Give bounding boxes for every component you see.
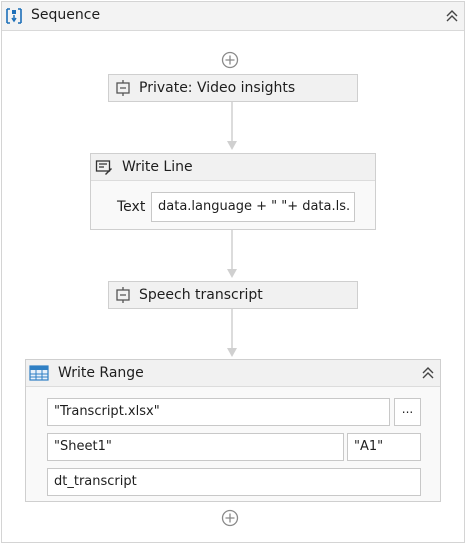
text-expression-field[interactable]: data.language + " "+ data.ls. [151,192,355,222]
double-chevron-up-icon[interactable] [420,365,436,381]
flow-arrow [227,230,237,278]
activity-video-insights[interactable]: Private: Video insights [108,74,358,102]
activity-title: Write Range [58,365,144,381]
invoke-workflow-icon [116,80,130,96]
invoke-workflow-icon [116,287,130,303]
activity-write-line[interactable]: Write Line Text data.language + " "+ dat… [90,153,376,230]
browse-button[interactable]: ... [394,398,421,426]
excel-range-icon [29,365,49,381]
write-line-header[interactable]: Write Line [91,154,375,181]
data-table-field[interactable]: dt_transcript [47,468,421,496]
text-property-label: Text [117,199,146,215]
write-line-icon [95,160,112,175]
sequence-container[interactable]: Sequence Private: Video insights Write L… [1,1,465,543]
flow-arrow [227,309,237,357]
write-range-header[interactable]: Write Range [26,360,440,387]
activity-write-range[interactable]: Write Range "Transcript.xlsx" ... "Sheet… [25,359,441,502]
plus-circle-icon[interactable] [221,51,239,69]
sequence-icon [6,8,22,24]
sheet-name-field[interactable]: "Sheet1" [47,433,344,461]
activity-title: Private: Video insights [139,80,296,96]
activity-title: Speech transcript [139,287,263,303]
double-chevron-up-icon[interactable] [444,8,460,24]
sequence-title: Sequence [31,7,101,23]
workbook-path-field[interactable]: "Transcript.xlsx" [47,398,390,426]
flow-arrow [227,102,237,150]
activity-title: Write Line [122,159,193,175]
sequence-header[interactable]: Sequence [2,2,464,31]
activity-speech-transcript[interactable]: Speech transcript [108,281,358,309]
plus-circle-icon[interactable] [221,509,239,527]
start-cell-field[interactable]: "A1" [347,433,421,461]
